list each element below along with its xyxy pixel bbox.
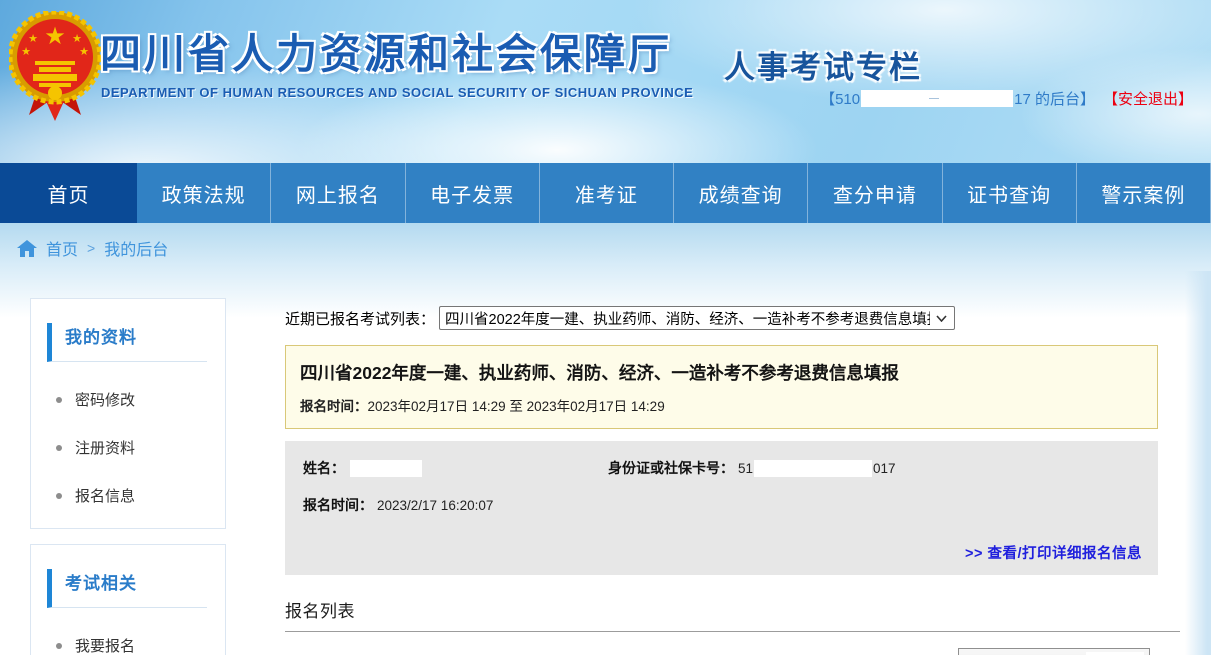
- id-value-suffix: 017: [873, 461, 896, 476]
- exam-notice-time: 报名时间：2023年02月17日 14:29 至 2023年02月17日 14:…: [300, 395, 1145, 415]
- nav-item-online-registration[interactable]: 网上报名: [270, 163, 404, 223]
- nav-item-score-query[interactable]: 成绩查询: [673, 163, 807, 223]
- redaction-box: [350, 460, 422, 477]
- sidebar-item-password-change[interactable]: 密码修改: [31, 389, 225, 410]
- breadcrumb-current: 我的后台: [104, 236, 168, 260]
- org-title-english: DEPARTMENT OF HUMAN RESOURCES AND SOCIAL…: [101, 85, 693, 100]
- exam-time-value: 2023年02月17日 14:29 至 2023年02月17日 14:29: [368, 399, 665, 414]
- breadcrumb: 首页 > 我的后台: [17, 236, 168, 260]
- id-value-prefix: 51: [738, 461, 753, 476]
- sidebar-item-registration-info[interactable]: 报名信息: [31, 485, 225, 506]
- section-title: 人事考试专栏: [724, 42, 922, 87]
- china-national-emblem-logo: ★ ★ ★ ★ ★: [9, 11, 101, 123]
- sidebar-section-exam-related: 考试相关 我要报名 打印准考证: [30, 544, 226, 655]
- exam-notice-box: 四川省2022年度一建、执业药师、消防、经济、一造补考不参考退费信息填报 报名时…: [285, 345, 1158, 429]
- registration-info-box: 姓名： 身份证或社保卡号： 51 017 报名时间： 2023/2/17 16:…: [285, 441, 1158, 575]
- svg-text:★: ★: [44, 23, 66, 50]
- id-field: 身份证或社保卡号： 51 017: [608, 458, 896, 478]
- nav-item-home[interactable]: 首页: [0, 163, 137, 223]
- right-edge-decoration: [1185, 271, 1211, 655]
- nav-item-warning-cases[interactable]: 警示案例: [1076, 163, 1211, 223]
- sidebar-item-label: 密码修改: [75, 389, 135, 410]
- nav-item-admission-ticket[interactable]: 准考证: [539, 163, 673, 223]
- sidebar-section-title: 我的资料: [47, 323, 207, 362]
- exam-select-value: 四川省2022年度一建、执业药师、消防、经济、一造补考不参考退费信息填报: [445, 308, 930, 329]
- bullet-icon: [56, 493, 62, 499]
- divider: [285, 631, 1180, 632]
- main-content: 近期已报名考试列表： 四川省2022年度一建、执业药师、消防、经济、一造补考不参…: [285, 298, 1180, 655]
- registration-list-title: 报名列表: [285, 597, 1180, 622]
- sidebar-section-my-profile: 我的资料 密码修改 注册资料 报名信息: [30, 298, 226, 529]
- exam-time-label: 报名时间：: [300, 399, 368, 414]
- site-header: ★ ★ ★ ★ ★ 四川省人力资源和社会保障厅 DEPARTMENT OF HU…: [0, 0, 1211, 163]
- registration-time-label: 报名时间：: [303, 495, 373, 515]
- svg-text:★: ★: [72, 33, 82, 45]
- backstage-status: 【510 17 的后台】 【安全退出】: [820, 88, 1193, 109]
- sidebar-section-title: 考试相关: [47, 569, 207, 608]
- breadcrumb-home-link[interactable]: 首页: [46, 236, 78, 260]
- home-icon: [17, 240, 37, 257]
- recent-exam-row: 近期已报名考试列表： 四川省2022年度一建、执业药师、消防、经济、一造补考不参…: [285, 306, 1180, 330]
- org-title-chinese: 四川省人力资源和社会保障厅: [100, 20, 672, 80]
- sidebar-item-label: 我要报名: [75, 635, 135, 655]
- name-label: 姓名：: [303, 458, 345, 478]
- sidebar-item-label: 报名信息: [75, 485, 135, 506]
- nav-item-e-invoice[interactable]: 电子发票: [405, 163, 539, 223]
- view-print-detail-link[interactable]: >> 查看/打印详细报名信息: [965, 546, 1142, 562]
- redaction-box: [754, 460, 872, 477]
- nav-item-score-review[interactable]: 查分申请: [807, 163, 941, 223]
- backstage-text-prefix: 【510: [820, 88, 860, 109]
- exam-select-dropdown[interactable]: 四川省2022年度一建、执业药师、消防、经济、一造补考不参考退费信息填报: [439, 306, 955, 330]
- svg-text:★: ★: [28, 33, 38, 45]
- bullet-icon: [56, 397, 62, 403]
- registration-time-field: 报名时间： 2023/2/17 16:20:07: [303, 495, 493, 515]
- main-nav: 首页 政策法规 网上报名 电子发票 准考证 成绩查询 查分申请 证书查询 警示案…: [0, 163, 1211, 223]
- sidebar-item-apply-exam[interactable]: 我要报名: [31, 635, 225, 655]
- sidebar-item-registration-profile[interactable]: 注册资料: [31, 437, 225, 458]
- sidebar: 我的资料 密码修改 注册资料 报名信息 考试相关: [30, 298, 226, 655]
- id-label: 身份证或社保卡号：: [608, 458, 734, 478]
- exam-notice-title: 四川省2022年度一建、执业药师、消防、经济、一造补考不参考退费信息填报: [300, 360, 1145, 385]
- redaction-box: [861, 90, 1013, 107]
- name-field: 姓名：: [303, 458, 608, 478]
- delete-record-button[interactable]: 删除该条报名记录: [958, 648, 1150, 655]
- svg-text:★: ★: [79, 46, 89, 58]
- logout-link[interactable]: 【安全退出】: [1103, 88, 1193, 109]
- bullet-icon: [56, 643, 62, 649]
- svg-text:★: ★: [21, 46, 31, 58]
- backstage-text-suffix: 17 的后台】: [1014, 88, 1095, 109]
- chevron-down-icon: [936, 310, 947, 326]
- registration-time-value: 2023/2/17 16:20:07: [377, 498, 493, 513]
- nav-item-certificate-query[interactable]: 证书查询: [942, 163, 1076, 223]
- bullet-icon: [56, 445, 62, 451]
- page-body: 首页 > 我的后台 我的资料 密码修改 注册资料 报名信息: [0, 223, 1211, 655]
- sidebar-item-label: 注册资料: [75, 437, 135, 458]
- nav-item-policies[interactable]: 政策法规: [137, 163, 270, 223]
- breadcrumb-separator: >: [87, 240, 95, 256]
- recent-exam-list-label: 近期已报名考试列表：: [285, 308, 435, 329]
